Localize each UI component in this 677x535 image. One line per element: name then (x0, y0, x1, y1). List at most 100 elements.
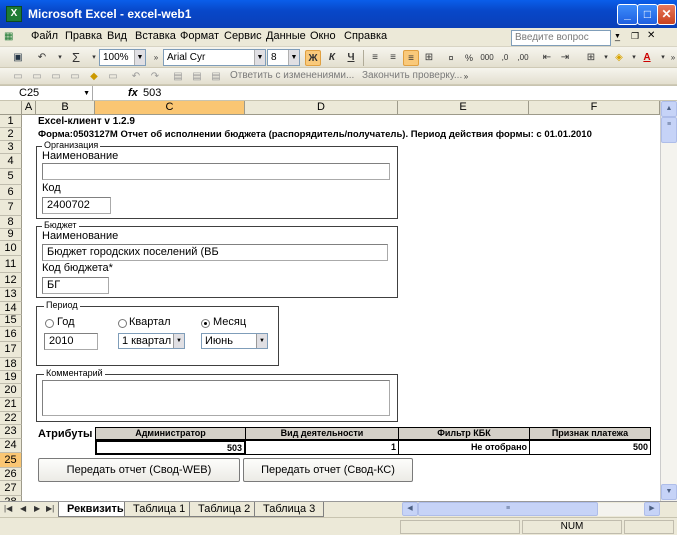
help-dropdown-icon[interactable]: ▼ (614, 33, 621, 40)
scroll-right-icon[interactable]: ▶ (644, 502, 660, 516)
currency-icon[interactable]: ¤ (443, 50, 459, 66)
menu-edit[interactable]: Правка (65, 30, 102, 42)
undo-icon[interactable]: ↶ (34, 50, 50, 66)
percent-icon[interactable]: % (461, 50, 477, 66)
column-header-e[interactable]: E (398, 101, 529, 115)
row-header[interactable]: 3 (0, 141, 22, 154)
row-header[interactable]: 10 (0, 241, 22, 256)
save-icon[interactable]: ▣ (10, 50, 26, 66)
underline-button[interactable]: Ч (343, 50, 359, 66)
attr-value-activity[interactable]: 1 (245, 440, 399, 455)
column-header-c[interactable]: C (95, 101, 245, 115)
review-icon-2[interactable]: ▭ (29, 69, 45, 85)
vertical-scroll-thumb[interactable]: ≡ (661, 117, 677, 143)
doc-close-icon[interactable]: ✕ (647, 30, 655, 41)
org-name-input[interactable] (42, 163, 390, 180)
review-icon-9[interactable]: ▤ (170, 69, 186, 85)
row-header[interactable]: 13 (0, 288, 22, 302)
toolbar-options-icon-3[interactable]: » (458, 69, 474, 85)
select-all-corner[interactable] (0, 101, 22, 115)
row-header[interactable]: 22 (0, 412, 22, 425)
row-header[interactable]: 2 (0, 128, 22, 141)
row-header[interactable]: 24 (0, 439, 22, 453)
zoom-select[interactable]: 100% ▼ (99, 49, 146, 66)
row-header[interactable]: 17 (0, 342, 22, 358)
sheet-tab-table-1[interactable]: Таблица 1 (124, 502, 195, 517)
reply-with-changes-button[interactable]: Ответить с изменениями... (230, 70, 354, 81)
quarter-select[interactable]: 1 квартал ▼ (118, 333, 185, 349)
budget-name-input[interactable]: Бюджет городских поселений (ВБ (42, 244, 388, 261)
horizontal-scrollbar[interactable]: ◀ ≡ ▶ (402, 502, 660, 516)
font-select[interactable]: Arial Cyr ▼ (163, 49, 266, 66)
excel-app-icon[interactable]: X (6, 6, 22, 22)
decrease-indent-icon[interactable]: ⇤ (539, 50, 555, 66)
align-right-icon[interactable]: ≡ (403, 50, 419, 66)
row-header[interactable]: 23 (0, 425, 22, 439)
row-header[interactable]: 26 (0, 468, 22, 481)
menu-window[interactable]: Окно (310, 30, 336, 42)
prev-sheet-icon[interactable]: ◀ (20, 504, 26, 513)
row-header[interactable]: 4 (0, 154, 22, 169)
row-header[interactable]: 18 (0, 358, 22, 371)
radio-year[interactable] (45, 319, 54, 328)
decrease-decimal-icon[interactable]: ,00 (515, 50, 531, 66)
row-header[interactable]: 7 (0, 200, 22, 216)
review-icon-3[interactable]: ▭ (48, 69, 64, 85)
review-icon-7[interactable]: ↶ (128, 69, 144, 85)
scroll-up-icon[interactable]: ▲ (661, 101, 677, 117)
year-input[interactable]: 2010 (44, 333, 98, 350)
comment-input[interactable] (42, 380, 390, 416)
help-search-input[interactable]: Введите вопрос (511, 30, 611, 46)
autosum-icon[interactable]: Σ (68, 50, 84, 66)
borders-icon[interactable]: ⊞ (583, 50, 599, 66)
attr-value-administrator[interactable]: 503 (95, 440, 246, 455)
menu-file[interactable]: Файл (31, 30, 58, 42)
send-report-web-button[interactable]: Передать отчет (Свод-WEB) (38, 458, 240, 482)
review-icon-11[interactable]: ▤ (208, 69, 224, 85)
review-icon-1[interactable]: ▭ (10, 69, 26, 85)
horizontal-scroll-thumb[interactable]: ≡ (418, 502, 598, 516)
review-icon-5[interactable]: ◆ (86, 69, 102, 85)
column-header-a[interactable]: A (22, 101, 36, 115)
review-icon-4[interactable]: ▭ (67, 69, 83, 85)
row-header[interactable]: 5 (0, 169, 22, 185)
name-box[interactable]: C25 ▼ (1, 86, 93, 101)
worksheet-grid[interactable]: A B C D E F 1 2 3 4 5 6 7 8 9 10 11 12 1… (0, 101, 660, 501)
row-header[interactable]: 12 (0, 273, 22, 288)
doc-restore-icon[interactable]: ❐ (631, 31, 639, 42)
review-icon-6[interactable]: ▭ (105, 69, 121, 85)
row-header[interactable]: 21 (0, 398, 22, 412)
send-report-ks-button[interactable]: Передать отчет (Свод-КС) (243, 458, 413, 482)
font-size-select[interactable]: 8 ▼ (267, 49, 300, 66)
menu-tools[interactable]: Сервис (224, 30, 262, 42)
column-header-d[interactable]: D (245, 101, 398, 115)
toolbar-options-icon-2[interactable]: » (665, 50, 677, 66)
attr-value-payment-sign[interactable]: 500 (529, 440, 651, 455)
insert-function-icon[interactable]: fx (128, 86, 138, 101)
scroll-left-icon[interactable]: ◀ (402, 502, 418, 516)
budget-code-input[interactable]: БГ (42, 277, 109, 294)
italic-button[interactable]: К (324, 50, 340, 66)
close-icon[interactable]: ✕ (657, 4, 676, 25)
radio-month[interactable] (201, 319, 210, 328)
fill-color-icon[interactable]: ◈ (611, 50, 627, 66)
row-header[interactable]: 16 (0, 327, 22, 342)
scroll-down-icon[interactable]: ▼ (661, 484, 677, 500)
row-header[interactable]: 27 (0, 481, 22, 496)
formula-input[interactable]: 503 (143, 86, 161, 101)
radio-quarter[interactable] (118, 319, 127, 328)
review-icon-8[interactable]: ↷ (147, 69, 163, 85)
next-sheet-icon[interactable]: ▶ (34, 504, 40, 513)
vertical-scrollbar[interactable]: ▲ ≡ ▼ (660, 101, 677, 501)
first-sheet-icon[interactable]: |◀ (4, 504, 12, 513)
undo-dropdown-icon[interactable]: ▾ (52, 50, 68, 66)
row-header[interactable]: 11 (0, 256, 22, 273)
sheet-tab-table-2[interactable]: Таблица 2 (189, 502, 260, 517)
column-header-b[interactable]: B (36, 101, 95, 115)
toolbar-options-icon[interactable]: » (148, 50, 164, 66)
merge-center-icon[interactable]: ⊞ (421, 50, 437, 66)
thousands-icon[interactable]: 000 (479, 50, 495, 66)
org-code-input[interactable]: 2400702 (42, 197, 111, 214)
column-header-f[interactable]: F (529, 101, 660, 115)
menu-data[interactable]: Данные (266, 30, 306, 42)
